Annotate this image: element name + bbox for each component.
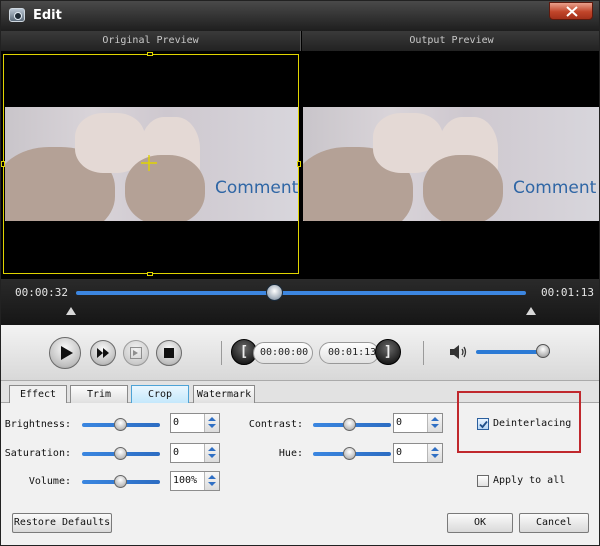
saturation-spin-buttons[interactable] [204, 444, 219, 462]
hue-handle[interactable] [343, 447, 356, 460]
ok-button[interactable]: OK [447, 513, 513, 533]
close-icon [566, 6, 578, 17]
spin-down-icon[interactable] [208, 482, 216, 486]
app-icon [9, 8, 25, 22]
brightness-label: Brightness: [4, 419, 71, 430]
crop-handle-bottom[interactable] [147, 272, 153, 276]
fast-forward-icon [97, 348, 109, 358]
brightness-handle[interactable] [114, 418, 127, 431]
fast-forward-button[interactable] [90, 340, 116, 366]
crop-handle-left[interactable] [1, 161, 5, 167]
volume-input[interactable] [173, 475, 203, 486]
seek-bar[interactable] [76, 291, 526, 295]
volume-spinbox[interactable] [170, 471, 220, 491]
current-time: 00:00:32 [15, 286, 68, 299]
contrast-handle[interactable] [343, 418, 356, 431]
edit-window: Edit Original Preview Output Preview Com… [0, 0, 600, 546]
speaker-icon[interactable] [450, 345, 468, 359]
video-overlay-text: Comment [513, 178, 597, 198]
volume-handle[interactable] [535, 344, 550, 358]
trim-end-marker[interactable] [526, 307, 536, 315]
title-bar: Edit [1, 1, 599, 31]
hue-input[interactable] [396, 447, 426, 458]
cancel-button[interactable]: Cancel [519, 513, 589, 533]
trim-start-marker[interactable] [66, 307, 76, 315]
play-icon [61, 346, 73, 360]
spin-down-icon[interactable] [431, 454, 439, 458]
tab-crop[interactable]: Crop [131, 385, 189, 404]
hue-label: Hue: [278, 448, 303, 459]
tab-watermark[interactable]: Watermark [193, 385, 255, 404]
saturation-input[interactable] [173, 447, 203, 458]
checkmark-icon [479, 420, 488, 429]
volume-effect-handle[interactable] [114, 475, 127, 488]
output-preview-label: Output Preview [302, 31, 599, 51]
volume-spin-buttons[interactable] [204, 472, 219, 490]
crop-handle-top[interactable] [147, 52, 153, 56]
effect-panel: Brightness: Saturation: Volume: Contrast… [1, 391, 599, 545]
spin-down-icon[interactable] [208, 424, 216, 428]
apply-to-all-label: Apply to all [493, 475, 566, 486]
playback-controls: [ 00:00:00 00:01:13 ] [1, 325, 599, 381]
deinterlacing-label: Deinterlacing [493, 418, 572, 429]
video-hand-shape [423, 155, 503, 221]
apply-to-all-checkbox[interactable] [477, 475, 489, 487]
crosshair-icon [141, 155, 157, 171]
volume-label: Volume: [28, 476, 71, 487]
contrast-input[interactable] [396, 417, 426, 428]
stop-button[interactable] [156, 340, 182, 366]
spin-up-icon[interactable] [208, 417, 216, 421]
spin-down-icon[interactable] [208, 454, 216, 458]
spin-up-icon[interactable] [208, 475, 216, 479]
start-time-field[interactable]: 00:00:00 [253, 342, 313, 364]
spin-up-icon[interactable] [208, 447, 216, 451]
output-video-frame: Comment [303, 107, 599, 221]
next-frame-button[interactable] [123, 340, 149, 366]
crop-handle-right[interactable] [297, 161, 301, 167]
total-time: 00:01:13 [541, 286, 594, 299]
saturation-label: Saturation: [4, 448, 71, 459]
original-preview-label: Original Preview [1, 31, 301, 51]
contrast-spin-buttons[interactable] [427, 414, 442, 432]
divider [423, 341, 424, 365]
end-time-field[interactable]: 00:01:13 [319, 342, 379, 364]
play-button[interactable] [49, 337, 81, 369]
divider [221, 341, 222, 365]
brightness-spinbox[interactable] [170, 413, 220, 433]
next-frame-icon [130, 347, 142, 359]
hue-spin-buttons[interactable] [427, 444, 442, 462]
restore-defaults-button[interactable]: Restore Defaults [12, 513, 112, 533]
close-button[interactable] [549, 2, 593, 20]
spin-up-icon[interactable] [431, 417, 439, 421]
seek-handle[interactable] [265, 284, 283, 301]
tab-trim[interactable]: Trim [70, 385, 128, 404]
contrast-spinbox[interactable] [393, 413, 443, 433]
saturation-spinbox[interactable] [170, 443, 220, 463]
window-title: Edit [33, 8, 62, 23]
brightness-input[interactable] [173, 417, 203, 428]
timeline: 00:00:32 00:01:13 [1, 279, 599, 325]
saturation-handle[interactable] [114, 447, 127, 460]
spin-up-icon[interactable] [431, 447, 439, 451]
hue-spinbox[interactable] [393, 443, 443, 463]
spin-down-icon[interactable] [431, 424, 439, 428]
contrast-label: Contrast: [248, 419, 303, 430]
brightness-spin-buttons[interactable] [204, 414, 219, 432]
preview-area: Original Preview Output Preview Comment … [1, 31, 599, 279]
deinterlacing-checkbox[interactable] [477, 418, 489, 430]
set-end-button[interactable]: ] [375, 339, 401, 365]
stop-icon [164, 348, 174, 358]
tab-effect[interactable]: Effect [9, 385, 67, 405]
